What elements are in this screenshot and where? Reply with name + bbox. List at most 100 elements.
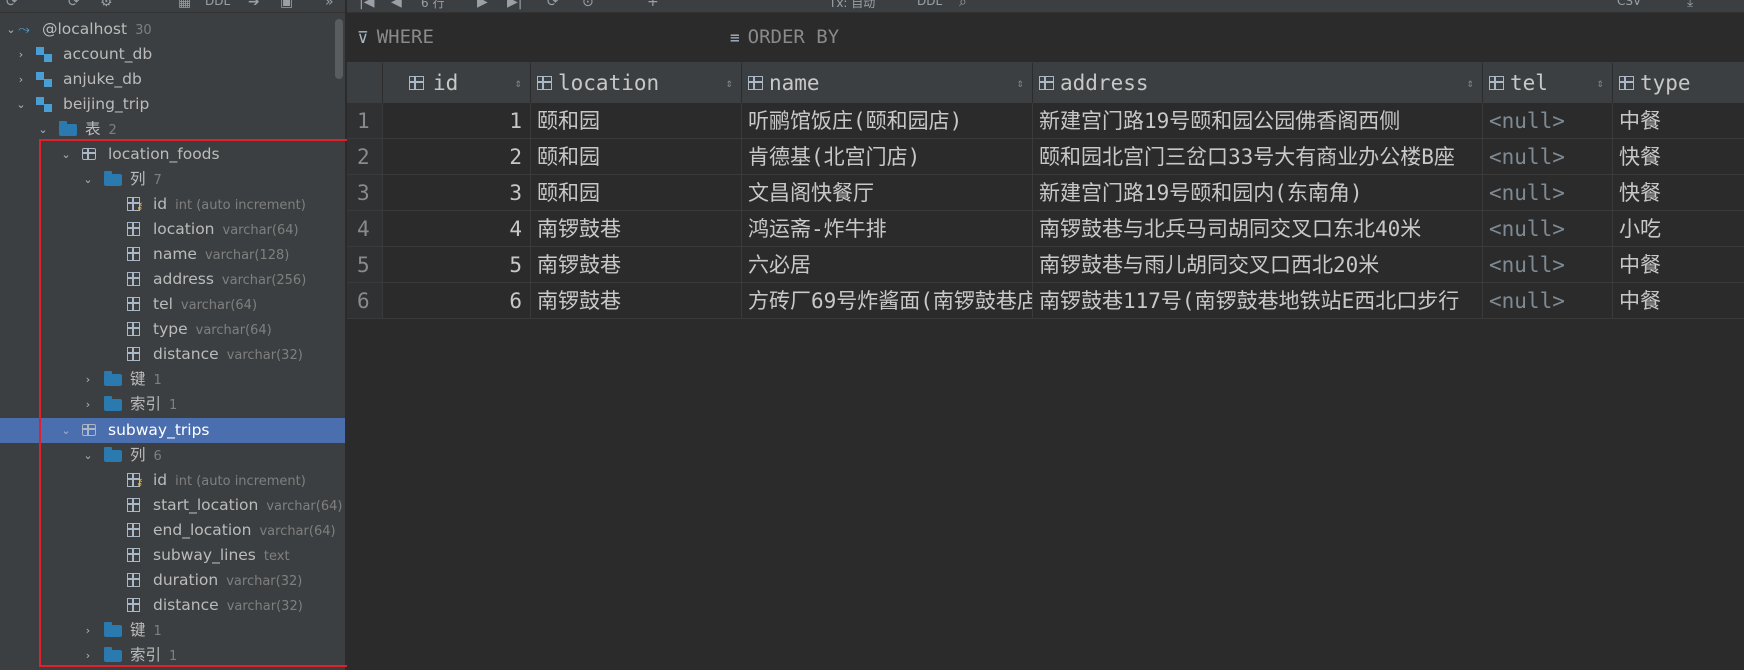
tree-host[interactable]: ⌄ ⤳ @localhost 30	[0, 17, 345, 42]
cell-tel[interactable]: <null>	[1483, 103, 1613, 139]
tree-keys-folder[interactable]: › 键1	[0, 618, 345, 643]
cell-location[interactable]: 南锣鼓巷	[531, 211, 742, 247]
ddl-button[interactable]: DDL	[205, 0, 230, 8]
download-icon[interactable]: ⤓	[1687, 0, 1693, 10]
tree-column[interactable]: location varchar(64)	[0, 217, 345, 242]
cell-type[interactable]: 中餐	[1613, 283, 1744, 319]
rows-count[interactable]: 6 行	[421, 0, 444, 11]
cell-location[interactable]: 颐和园	[531, 139, 742, 175]
cell-name[interactable]: 方砖厂69号炸酱面(南锣鼓巷店)	[742, 283, 1033, 319]
cell-id[interactable]: 3	[383, 175, 531, 211]
chevron-right-icon[interactable]: ›	[81, 367, 95, 392]
chevron-down-icon[interactable]: ⌄	[14, 92, 28, 117]
sort-icon[interactable]: ⇕	[726, 63, 733, 103]
cell-location[interactable]: 南锣鼓巷	[531, 247, 742, 283]
cell-address[interactable]: 南锣鼓巷117号(南锣鼓巷地铁站E西北口步行	[1033, 283, 1483, 319]
cell-name[interactable]: 文昌阁快餐厅	[742, 175, 1033, 211]
ddl-grid-button[interactable]: DDL	[917, 0, 942, 8]
chevron-down-icon[interactable]: ⌄	[59, 418, 73, 443]
tree-keys-folder[interactable]: › 键1	[0, 367, 345, 392]
tree-column[interactable]: subway_lines text	[0, 543, 345, 568]
tree-column[interactable]: name varchar(128)	[0, 242, 345, 267]
tree-db-anjuke[interactable]: › anjuke_db	[0, 67, 345, 92]
tree-column[interactable]: start_location varchar(64)	[0, 493, 345, 518]
more-icon[interactable]: »	[325, 0, 334, 10]
sort-icon[interactable]: ⇕	[1017, 63, 1024, 103]
sync-icon[interactable]: ⟳	[68, 0, 80, 10]
cell-type[interactable]: 快餐	[1613, 175, 1744, 211]
sort-icon[interactable]: ⇕	[1467, 63, 1474, 103]
cell-id[interactable]: 6	[383, 283, 531, 319]
chevron-right-icon[interactable]: ›	[81, 392, 95, 417]
tree-column[interactable]: distance varchar(32)	[0, 593, 345, 618]
tree-db-account[interactable]: › account_db	[0, 42, 345, 67]
column-header-name[interactable]: name ⇕	[742, 63, 1033, 103]
tree-column[interactable]: address varchar(256)	[0, 267, 345, 292]
tree-table-location-foods[interactable]: ⌄ location_foods	[0, 142, 345, 167]
cell-name[interactable]: 听鹂馆饭庄(颐和园店)	[742, 103, 1033, 139]
cell-type[interactable]: 小吃	[1613, 211, 1744, 247]
add-row-icon[interactable]: +	[647, 0, 659, 10]
tree-column[interactable]: ⚷ id int (auto increment)	[0, 192, 345, 217]
tree-column[interactable]: tel varchar(64)	[0, 292, 345, 317]
refresh-icon[interactable]: ⟳	[6, 0, 18, 10]
cell-location[interactable]: 颐和园	[531, 103, 742, 139]
cell-address[interactable]: 新建宫门路19号颐和园公园佛香阁西侧	[1033, 103, 1483, 139]
first-page-icon[interactable]: |◀	[359, 0, 374, 10]
cell-address[interactable]: 新建宫门路19号颐和园内(东南角)	[1033, 175, 1483, 211]
chevron-down-icon[interactable]: ⌄	[36, 117, 50, 142]
column-header-location[interactable]: location ⇕	[531, 63, 742, 103]
cell-address[interactable]: 南锣鼓巷与北兵马司胡同交叉口东北40米	[1033, 211, 1483, 247]
prev-page-icon[interactable]: ◀	[391, 0, 402, 10]
console-icon[interactable]: ▣	[280, 0, 293, 10]
tree-column[interactable]: type varchar(64)	[0, 317, 345, 342]
reload-icon[interactable]: ⟳	[547, 0, 559, 10]
cell-id[interactable]: 1	[383, 103, 531, 139]
next-page-icon[interactable]: ▶	[477, 0, 488, 10]
tree-columns-folder[interactable]: ⌄ 列6	[0, 443, 345, 468]
chevron-down-icon[interactable]: ⌄	[59, 142, 73, 167]
sort-icon[interactable]: ⇕	[515, 63, 522, 103]
jump-icon[interactable]: ➔	[248, 0, 260, 10]
row-number[interactable]: 3	[347, 175, 383, 211]
row-number[interactable]: 5	[347, 247, 383, 283]
chevron-down-icon[interactable]: ⌄	[81, 443, 95, 468]
tree-columns-folder[interactable]: ⌄ 列7	[0, 167, 345, 192]
chevron-down-icon[interactable]: ⌄	[81, 167, 95, 192]
tree-table-subway-trips[interactable]: ⌄ subway_trips	[0, 418, 345, 443]
column-header-id[interactable]: id ⇕	[383, 63, 531, 103]
tree-column[interactable]: duration varchar(32)	[0, 568, 345, 593]
cell-tel[interactable]: <null>	[1483, 247, 1613, 283]
tree-column[interactable]: end_location varchar(64)	[0, 518, 345, 543]
cell-type[interactable]: 中餐	[1613, 247, 1744, 283]
tree-tables-folder[interactable]: ⌄ 表2	[0, 117, 345, 142]
cell-tel[interactable]: <null>	[1483, 283, 1613, 319]
order-by-filter[interactable]: ≡ ORDER BY	[730, 26, 839, 48]
tree-column[interactable]: ⚷ id int (auto increment)	[0, 468, 345, 493]
cell-location[interactable]: 颐和园	[531, 175, 742, 211]
cell-address[interactable]: 颐和园北宫门三岔口33号大有商业办公楼B座	[1033, 139, 1483, 175]
sort-icon[interactable]: ⇕	[1597, 63, 1604, 103]
export-format-dropdown[interactable]: CSV	[1617, 0, 1641, 8]
table-icon[interactable]: ▦	[178, 0, 191, 10]
chevron-right-icon[interactable]: ›	[81, 618, 95, 643]
tx-mode-dropdown[interactable]: Tx: 自动	[829, 0, 875, 11]
cell-id[interactable]: 4	[383, 211, 531, 247]
row-number[interactable]: 6	[347, 283, 383, 319]
chevron-down-icon[interactable]: ⌄	[4, 17, 18, 42]
chevron-right-icon[interactable]: ›	[14, 67, 28, 92]
chevron-right-icon[interactable]: ›	[14, 42, 28, 67]
column-header-tel[interactable]: tel ⇕	[1483, 63, 1613, 103]
row-number[interactable]: 2	[347, 139, 383, 175]
tree-index-folder[interactable]: › 索引 1	[0, 392, 345, 417]
cell-id[interactable]: 2	[383, 139, 531, 175]
query-icon[interactable]: ⊙	[582, 0, 594, 10]
cell-name[interactable]: 六必居	[742, 247, 1033, 283]
cell-location[interactable]: 南锣鼓巷	[531, 283, 742, 319]
tree-db-beijing[interactable]: ⌄ beijing_trip	[0, 92, 345, 117]
where-filter[interactable]: ⊽ WHERE	[357, 26, 434, 48]
cell-name[interactable]: 鸿运斋-炸牛排	[742, 211, 1033, 247]
row-number[interactable]: 1	[347, 103, 383, 139]
cell-tel[interactable]: <null>	[1483, 175, 1613, 211]
row-number[interactable]: 4	[347, 211, 383, 247]
